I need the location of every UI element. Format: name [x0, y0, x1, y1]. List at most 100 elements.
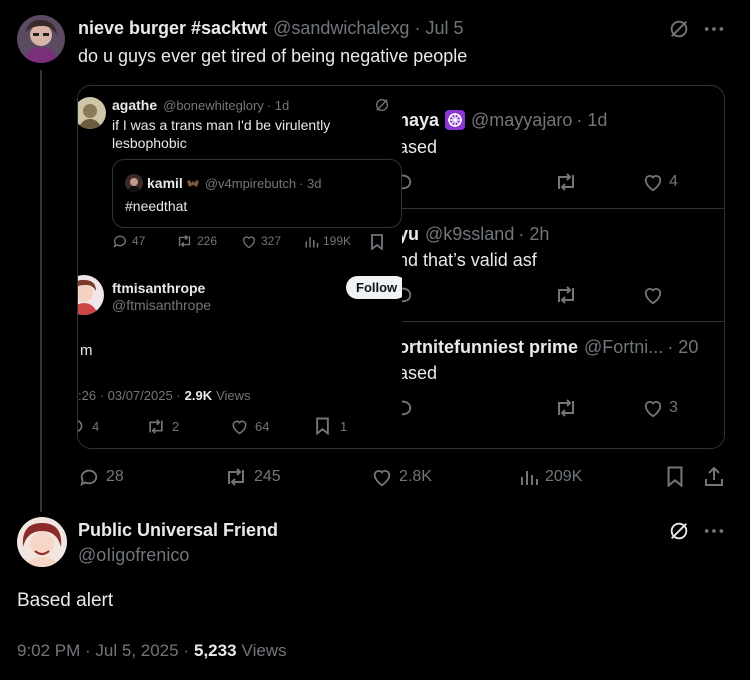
reply-group[interactable]: 28 — [78, 466, 124, 488]
reply-count: 28 — [106, 468, 124, 485]
like-count: 64 — [255, 418, 270, 434]
quoted-tweet[interactable]: kamil @v4mpirebutch · 3d #needthat — [112, 159, 402, 228]
timestamp[interactable]: · 1d — [576, 110, 607, 131]
like-group[interactable]: 2.8K — [371, 466, 432, 488]
thread-line — [40, 70, 42, 512]
follow-button[interactable]: Follow — [346, 276, 402, 299]
analytics-icon[interactable] — [304, 234, 319, 249]
timestamp[interactable]: · Jul 5 — [414, 18, 463, 39]
like-group[interactable]: 4 — [642, 172, 678, 192]
display-name[interactable]: kamil — [147, 175, 183, 191]
bookmark-icon[interactable] — [315, 417, 330, 435]
heart-icon[interactable] — [230, 418, 249, 435]
timestamp[interactable]: 9:02 PM · Jul 5, 2025 · — [17, 641, 189, 661]
share-icon[interactable] — [704, 466, 724, 487]
grok-icon[interactable] — [668, 18, 690, 40]
retweet-count: 245 — [254, 468, 281, 485]
tweet-meta: :26 · 03/07/2025 · 2.9K Views — [78, 387, 251, 403]
tweet-text: if I was a trans man I'd be virulently l… — [112, 117, 331, 151]
heart-icon[interactable] — [642, 285, 664, 305]
tweet-text: do u guys ever get tired of being negati… — [78, 46, 468, 66]
grok-icon[interactable] — [668, 520, 690, 542]
divider — [398, 321, 724, 322]
views-count: 5,233 — [193, 641, 237, 660]
avatar[interactable] — [17, 517, 67, 567]
views-group[interactable]: 199K — [304, 233, 351, 249]
like-group[interactable]: 327 — [241, 233, 281, 249]
heart-icon[interactable] — [642, 398, 664, 418]
retweet-icon[interactable] — [176, 233, 193, 249]
heart-icon[interactable] — [241, 234, 257, 249]
more-options-icon[interactable] — [703, 522, 725, 540]
handle[interactable]: @mayyajaro — [471, 110, 572, 131]
handle[interactable]: @k9ssland — [425, 224, 514, 245]
wheel-icon — [445, 110, 466, 130]
reply-list: naya @mayyajaro · 1d ased 4 456 — [394, 86, 724, 448]
heart-icon[interactable] — [642, 172, 664, 192]
views-count: 2.9K — [184, 387, 213, 403]
reply-icon[interactable] — [112, 233, 128, 249]
list-item-header: yu @k9ssland · 2h — [398, 223, 724, 245]
retweet-group[interactable]: 226 — [176, 233, 217, 249]
display-name[interactable]: nieve burger #sacktwt — [78, 18, 267, 39]
reply-count: 4 — [92, 418, 100, 434]
like-group[interactable] — [642, 285, 669, 305]
avatar[interactable] — [78, 97, 106, 129]
handle[interactable]: @v4mpirebutch — [205, 176, 296, 191]
display-name[interactable]: agathe — [112, 97, 157, 113]
display-name[interactable]: naya — [398, 110, 439, 131]
avatar[interactable] — [125, 174, 143, 192]
retweet-group[interactable]: 245 — [224, 466, 281, 488]
reply-group[interactable]: 4 — [78, 417, 99, 435]
tweet-text: #needthat — [125, 198, 188, 214]
handle[interactable]: @ftmisanthrope — [112, 297, 211, 313]
timestamp[interactable]: · 3d — [299, 176, 321, 191]
handle[interactable]: @oIigofrenico — [78, 545, 189, 566]
list-item-header: ortnitefunniest prime @Fortni... · 20 — [398, 336, 724, 358]
retweet-icon[interactable] — [554, 172, 578, 192]
reply-group[interactable]: 47 — [112, 233, 145, 249]
handle[interactable]: @sandwichalexg — [273, 18, 409, 39]
grok-icon[interactable] — [374, 97, 390, 113]
retweet-icon[interactable] — [146, 418, 166, 435]
bookmark-count: 1 — [340, 418, 348, 434]
list-item-text: ased — [398, 137, 438, 157]
handle[interactable]: @Fortni... — [584, 337, 663, 358]
like-group[interactable]: 64 — [230, 417, 269, 435]
display-name[interactable]: ortnitefunniest prime — [398, 337, 578, 358]
heart-icon[interactable] — [371, 467, 393, 487]
bookmark-icon[interactable] — [370, 234, 384, 250]
avatar[interactable] — [78, 275, 104, 315]
timestamp[interactable]: · 1d — [267, 98, 289, 113]
tweet-header: agathe @bonewhiteglory · 1d — [112, 96, 289, 114]
bookmark-group[interactable]: 1 — [315, 417, 347, 435]
quote-tweet-card[interactable]: naya @mayyajaro · 1d ased 4 456 — [77, 85, 725, 449]
analytics-icon[interactable] — [519, 467, 539, 487]
display-name[interactable]: ftmisanthrope — [112, 280, 205, 296]
list-item-header: naya @mayyajaro · 1d — [398, 109, 724, 131]
display-name[interactable]: Public Universal Friend — [78, 520, 278, 541]
reply-icon[interactable] — [78, 417, 86, 435]
retweet-group[interactable]: 2 — [146, 417, 179, 435]
retweet-icon[interactable] — [224, 467, 248, 487]
views-label: Views — [241, 641, 287, 660]
views-group[interactable]: 209K — [519, 466, 582, 488]
handle[interactable]: @bonewhiteglory — [163, 98, 264, 113]
bat-emoji-icon — [186, 176, 200, 190]
timestamp[interactable]: :26 · 03/07/2025 · — [78, 388, 181, 403]
retweet-count: 226 — [197, 234, 218, 248]
divider — [398, 208, 724, 209]
reply-icon[interactable] — [78, 467, 100, 487]
like-count: 4 — [669, 173, 678, 190]
retweet-icon[interactable] — [554, 285, 578, 305]
timestamp[interactable]: · 2h — [518, 224, 549, 245]
timestamp[interactable]: · 20 — [667, 337, 698, 358]
avatar[interactable] — [17, 15, 65, 63]
retweet-icon[interactable] — [554, 398, 578, 418]
tweet-header: nieve burger #sacktwt @sandwichalexg · J… — [78, 17, 463, 39]
embedded-screenshot[interactable]: agathe @bonewhiteglory · 1d if I was a t… — [78, 86, 402, 448]
like-count: 3 — [669, 399, 678, 416]
bookmark-icon[interactable] — [666, 466, 684, 487]
more-options-icon[interactable] — [703, 20, 725, 38]
like-group[interactable]: 3 — [642, 398, 678, 418]
